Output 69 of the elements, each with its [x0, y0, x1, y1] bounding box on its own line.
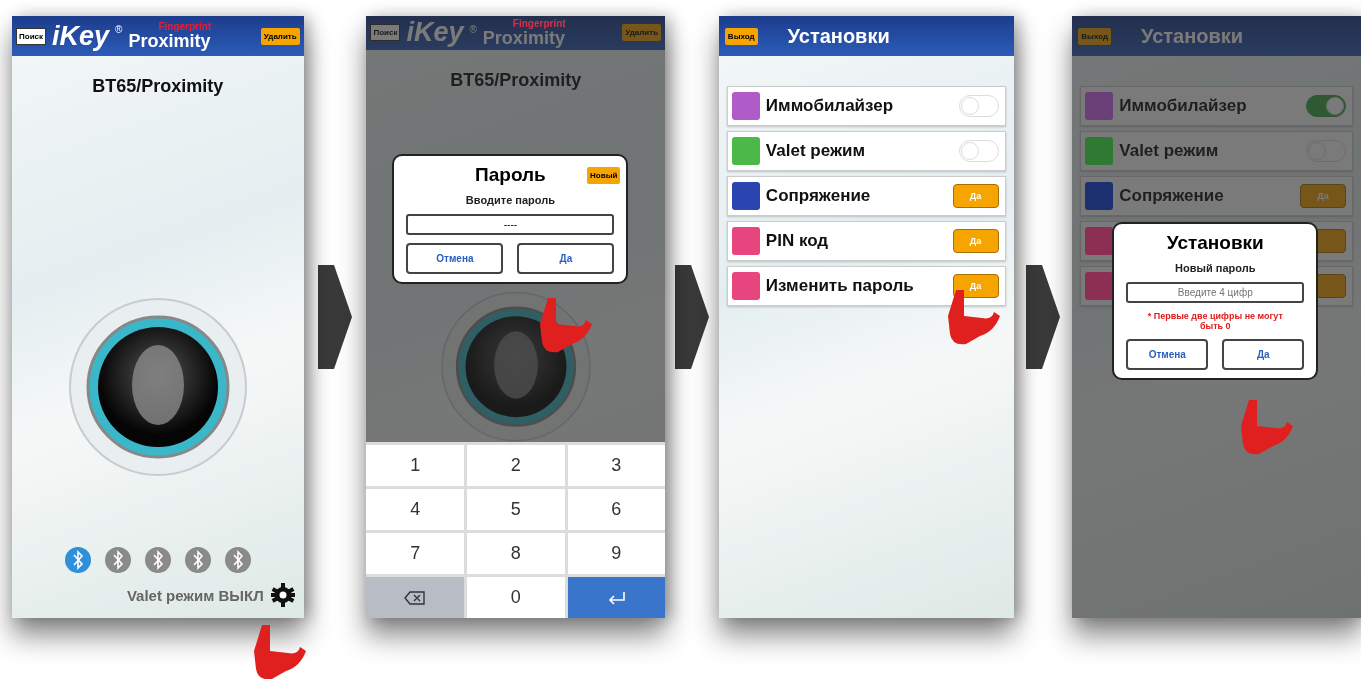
settings-row[interactable]: Иммобилайзер	[726, 86, 1006, 126]
app-subtitle: Fingerprint	[512, 18, 566, 29]
toggle-switch[interactable]	[1306, 95, 1346, 117]
keypad-key[interactable]: 3	[567, 445, 666, 486]
search-button[interactable]: Поиск	[370, 24, 401, 42]
dialog-button[interactable]: Отмена	[406, 243, 504, 274]
settings-label: Иммобилайзер	[1119, 96, 1247, 116]
valet-status-text: Valet режим ВЫКЛ	[126, 586, 264, 604]
settings-label: Valet режим	[765, 141, 865, 161]
bluetooth-icon[interactable]	[63, 546, 92, 574]
dialog-prompt: Новый пароль	[1175, 262, 1256, 274]
dialog-button[interactable]: Отмена	[1126, 339, 1209, 370]
registered-mark: ®	[469, 24, 477, 35]
product-name: Proximity	[128, 32, 211, 50]
keypad-key[interactable]: 9	[567, 533, 666, 574]
enter-key[interactable]	[567, 577, 666, 618]
step-arrow-icon	[1025, 265, 1060, 369]
delete-button[interactable]: Удалить	[260, 27, 300, 45]
keypad-key[interactable]: 4	[366, 489, 464, 530]
app-subtitle: Fingerprint	[158, 22, 212, 32]
settings-row[interactable]: Сопряжение Да	[726, 176, 1006, 216]
device-name: BT65/Proximity	[450, 69, 582, 91]
bluetooth-icon[interactable]	[143, 546, 172, 574]
settings-label: PIN код	[765, 231, 829, 251]
dialog-prompt: Вводите пароль	[465, 194, 555, 206]
settings-row[interactable]: PIN код Да	[726, 221, 1006, 261]
dialog-button[interactable]: Да	[517, 243, 615, 274]
keypad-key[interactable]: 8	[466, 533, 565, 574]
settings-label: Valet режим	[1119, 141, 1219, 161]
step-arrow-icon	[318, 265, 353, 369]
keypad-key[interactable]: 5	[466, 489, 565, 530]
dialog-title: Пароль	[475, 164, 546, 186]
password-field[interactable]: ----	[406, 214, 615, 235]
app-logo: iKey	[52, 20, 110, 52]
settings-row[interactable]: Valet режим	[1080, 131, 1353, 171]
warning-text: * Первые две цифры не могут быть 0	[1146, 311, 1284, 331]
bluetooth-icon[interactable]	[183, 546, 212, 574]
backspace-key[interactable]	[366, 577, 464, 618]
app-logo: iKey	[406, 17, 464, 49]
step-arrow-icon	[674, 265, 709, 369]
keypad-key[interactable]: 2	[466, 445, 565, 486]
registered-mark: ®	[115, 24, 123, 35]
screen-title: Установки	[1141, 24, 1244, 48]
keypad-key[interactable]: 0	[466, 577, 565, 618]
dialog-title: Установки	[1166, 232, 1264, 254]
keypad-key[interactable]: 7	[366, 533, 464, 574]
settings-icon[interactable]	[269, 582, 296, 608]
settings-row[interactable]: Valet режим	[726, 131, 1006, 171]
fingerprint-button-drawing[interactable]	[67, 297, 248, 477]
bluetooth-icon[interactable]	[103, 546, 132, 574]
exit-button[interactable]: Выход	[724, 27, 758, 45]
backspace-icon	[404, 590, 427, 605]
settings-row[interactable]: Изменить пароль Да	[726, 266, 1006, 306]
keypad-key[interactable]: 6	[567, 489, 666, 530]
bluetooth-icon[interactable]	[223, 546, 252, 574]
settings-row[interactable]: Сопряжение Да	[1080, 176, 1353, 216]
search-button[interactable]: Поиск	[16, 27, 46, 45]
product-name: Proximity	[482, 28, 565, 47]
settings-label: Сопряжение	[1119, 186, 1224, 206]
screen-title: Установки	[787, 24, 890, 48]
password-field[interactable]: Введите 4 цифр	[1126, 282, 1305, 303]
keypad-key[interactable]: 1	[366, 445, 464, 486]
settings-row[interactable]: Иммобилайзер	[1080, 86, 1353, 126]
device-name: BT65/Proximity	[92, 76, 224, 97]
settings-label: Иммобилайзер	[765, 96, 894, 116]
settings-label: Изменить пароль	[765, 276, 914, 296]
new-button[interactable]: Новый	[587, 166, 621, 184]
settings-label: Сопряжение	[765, 186, 871, 206]
dialog-button[interactable]: Да	[1222, 339, 1305, 370]
